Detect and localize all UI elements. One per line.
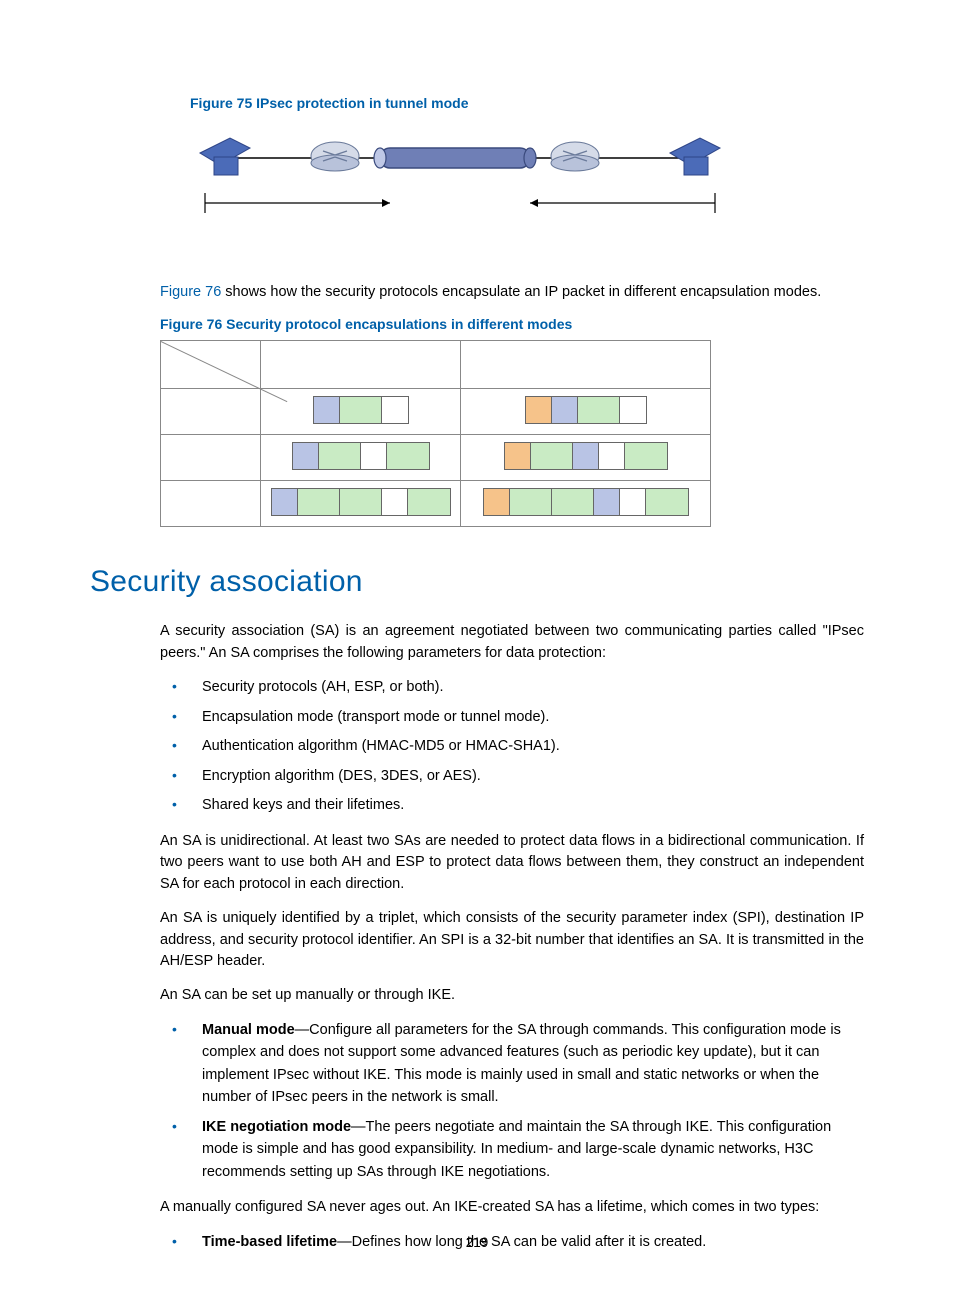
sa-paragraph-4: An SA can be set up manually or through … — [160, 985, 864, 1007]
list-item: Manual mode—Configure all parameters for… — [160, 1019, 864, 1109]
figure-76-intro-text: shows how the security protocols encapsu… — [221, 284, 821, 300]
sa-paragraph-1: A security association (SA) is an agreem… — [160, 621, 864, 665]
manual-mode-label: Manual mode — [202, 1022, 295, 1038]
ike-mode-label: IKE negotiation mode — [202, 1119, 351, 1135]
list-item: Encapsulation mode (transport mode or tu… — [160, 706, 864, 728]
manual-mode-text: —Configure all parameters for the SA thr… — [202, 1022, 841, 1105]
figure-76-link[interactable]: Figure 76 — [160, 284, 221, 300]
sa-modes-list: Manual mode—Configure all parameters for… — [160, 1019, 864, 1183]
section-title-security-association: Security association — [90, 565, 864, 599]
list-item: Shared keys and their lifetimes. — [160, 794, 864, 816]
figure-75-caption: Figure 75 IPsec protection in tunnel mod… — [190, 95, 864, 111]
page-number: 219 — [0, 1235, 954, 1250]
figure-75-diagram — [190, 123, 730, 243]
list-item: Encryption algorithm (DES, 3DES, or AES)… — [160, 765, 864, 787]
sa-parameters-list: Security protocols (AH, ESP, or both). E… — [160, 676, 864, 816]
sa-paragraph-5: A manually configured SA never ages out.… — [160, 1197, 864, 1219]
figure-76-intro: Figure 76 shows how the security protoco… — [160, 282, 864, 304]
sa-paragraph-2: An SA is unidirectional. At least two SA… — [160, 831, 864, 896]
figure-76-caption: Figure 76 Security protocol encapsulatio… — [160, 316, 864, 332]
list-item: Security protocols (AH, ESP, or both). — [160, 676, 864, 698]
list-item: IKE negotiation mode—The peers negotiate… — [160, 1116, 864, 1183]
list-item: Authentication algorithm (HMAC-MD5 or HM… — [160, 735, 864, 757]
sa-paragraph-3: An SA is uniquely identified by a triple… — [160, 908, 864, 973]
figure-76-table — [160, 340, 711, 527]
